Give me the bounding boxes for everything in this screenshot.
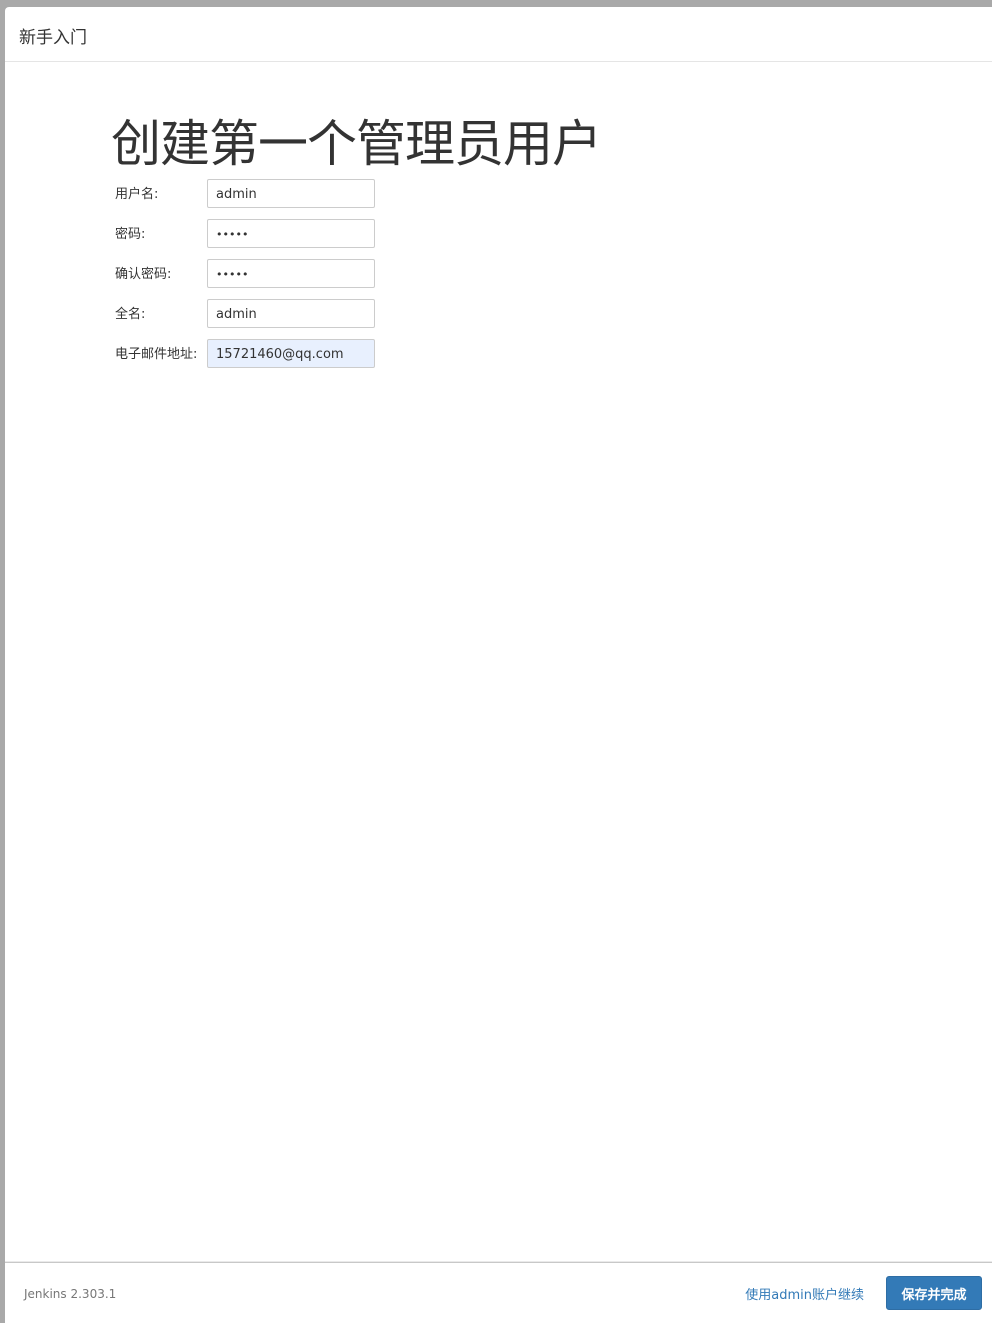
- username-input[interactable]: [207, 179, 375, 208]
- dialog-footer: Jenkins 2.303.1 使用admin账户继续 保存并完成: [5, 1262, 992, 1323]
- password-label: 密码:: [115, 227, 146, 242]
- fullname-label: 全名:: [115, 307, 146, 322]
- confirm-password-label: 确认密码:: [115, 267, 172, 282]
- page-heading: 创建第一个管理员用户: [111, 115, 602, 173]
- dialog-header: 新手入门: [5, 7, 992, 62]
- form-row-username: 用户名:: [115, 179, 385, 208]
- form-row-email: 电子邮件地址:: [115, 339, 385, 368]
- password-input[interactable]: [207, 219, 375, 248]
- save-and-finish-button[interactable]: 保存并完成: [886, 1276, 982, 1310]
- continue-as-admin-link[interactable]: 使用admin账户继续: [745, 1284, 864, 1303]
- confirm-password-input[interactable]: [207, 259, 375, 288]
- email-label: 电子邮件地址:: [115, 347, 198, 362]
- form-row-password: 密码:: [115, 219, 385, 248]
- username-label: 用户名:: [115, 187, 159, 202]
- form-row-confirm-password: 确认密码:: [115, 259, 385, 288]
- version-label: Jenkins 2.303.1: [24, 1287, 117, 1301]
- form-row-fullname: 全名:: [115, 299, 385, 328]
- dialog-title: 新手入门: [19, 27, 87, 48]
- email-input[interactable]: [207, 339, 375, 368]
- fullname-input[interactable]: [207, 299, 375, 328]
- setup-wizard-dialog: 新手入门 创建第一个管理员用户 用户名: 密码: 确认密码: 全名: 电子邮件地…: [5, 7, 992, 1323]
